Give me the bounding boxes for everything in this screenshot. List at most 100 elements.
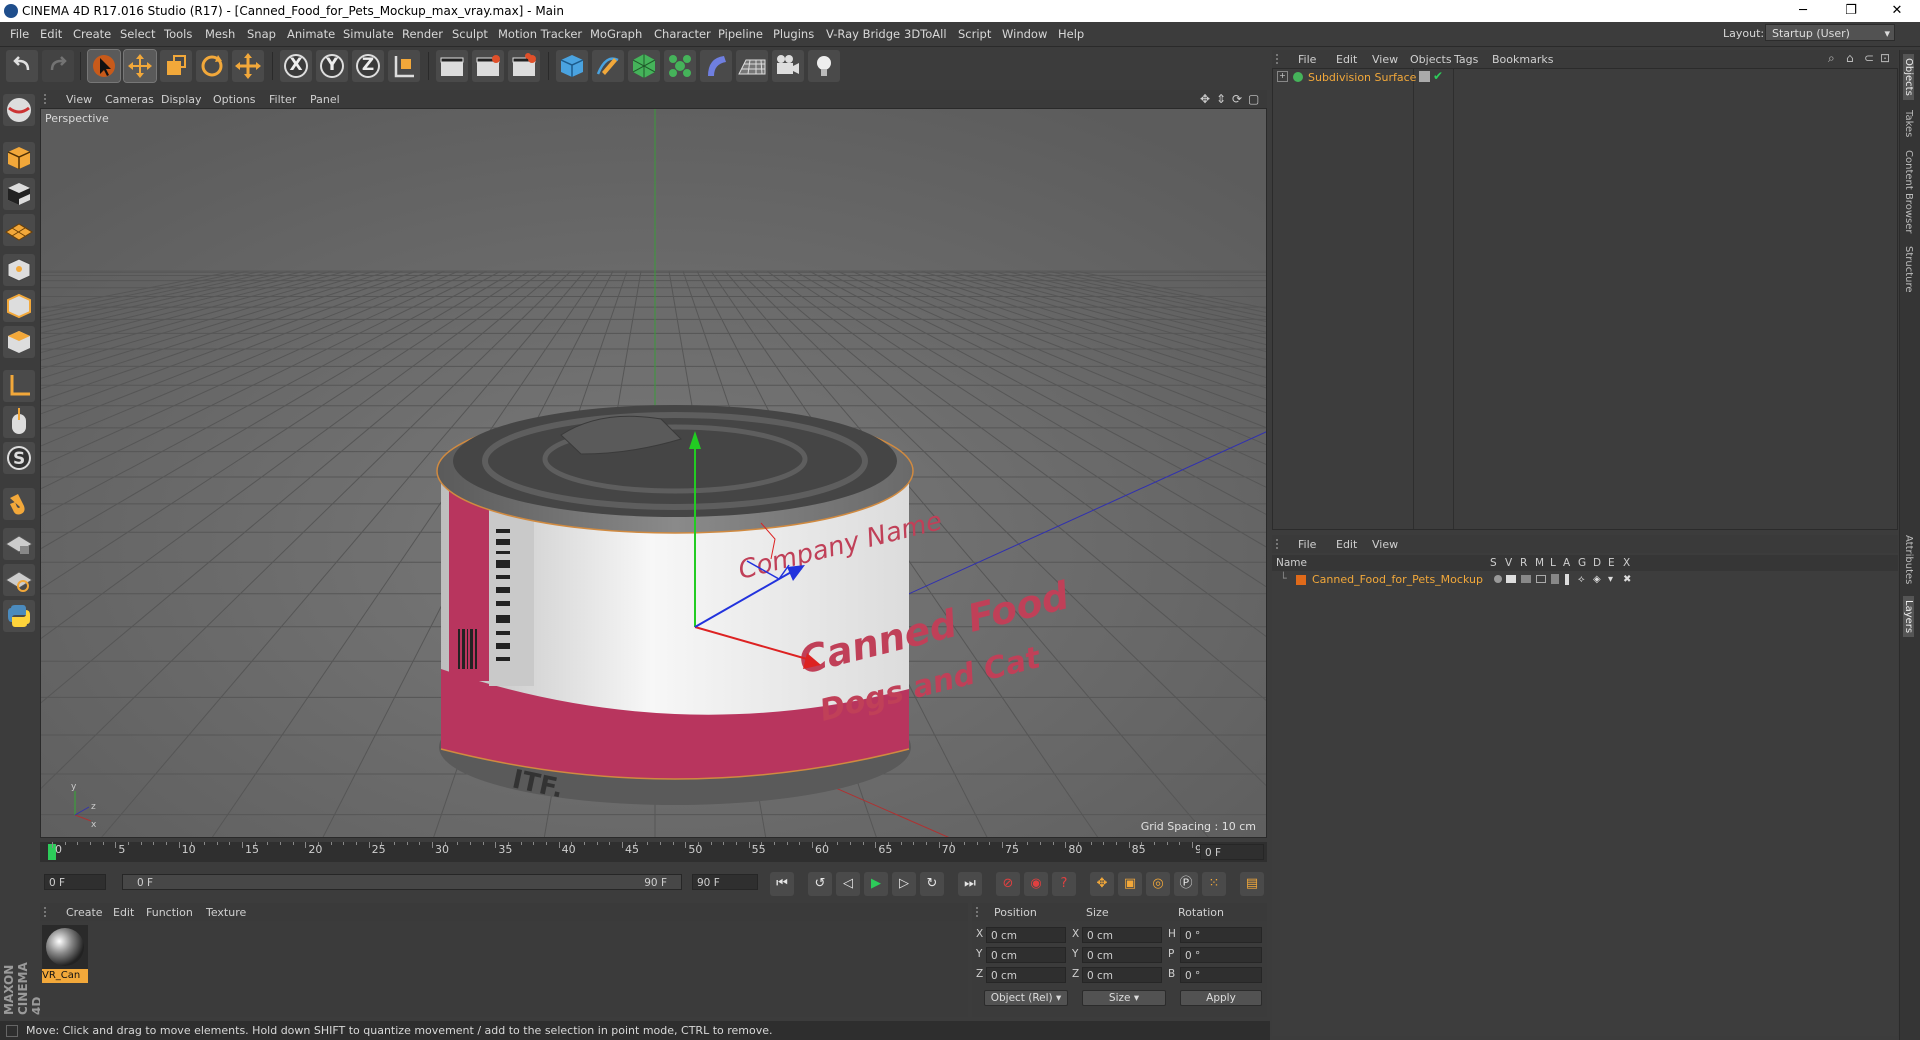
expression-icon[interactable]: ▾ — [1608, 574, 1613, 585]
manager-icon[interactable] — [1536, 575, 1546, 583]
tab-layers[interactable]: Layers — [1903, 596, 1914, 638]
layer-menu-edit[interactable]: Edit — [1336, 538, 1357, 551]
viewport-menu-view[interactable]: View — [66, 93, 92, 106]
menu-create[interactable]: Create — [73, 27, 111, 41]
layer-name[interactable]: Canned_Food_for_Pets_Mockup — [1312, 573, 1483, 586]
layout-dropdown[interactable]: Startup (User) ▾ — [1765, 24, 1895, 41]
record-scale-button[interactable]: ▣ — [1118, 872, 1142, 896]
lock-icon[interactable] — [1551, 574, 1559, 584]
scale-tool-button[interactable] — [160, 50, 192, 82]
viewport-menu-display[interactable]: Display — [161, 93, 202, 106]
add-deformer-button[interactable] — [700, 50, 732, 82]
menu-help[interactable]: Help — [1058, 27, 1084, 41]
rotation-b-field[interactable]: 0 ° — [1180, 967, 1262, 983]
generator-icon[interactable]: ⟡ — [1578, 574, 1585, 585]
viewport-maximize-icon[interactable]: ▢ — [1248, 92, 1259, 106]
link-icon[interactable]: ⊂ — [1864, 51, 1874, 65]
current-frame-field[interactable]: 0 F — [1200, 844, 1264, 860]
points-mode-button[interactable] — [3, 254, 35, 286]
render-settings-button[interactable] — [508, 50, 540, 82]
x-axis-lock-button[interactable]: X — [280, 50, 312, 82]
position-z-field[interactable]: 0 cm — [986, 967, 1066, 983]
layer-color-swatch[interactable] — [1296, 575, 1306, 585]
viewport-rotate-icon[interactable]: ⟳ — [1232, 92, 1242, 106]
redo-button[interactable] — [42, 50, 74, 82]
perspective-viewport[interactable]: ITF. Company Name Canned Food Dogs and C… — [40, 108, 1267, 838]
undo-button[interactable] — [6, 50, 38, 82]
add-spline-pen-button[interactable] — [592, 50, 624, 82]
go-to-end-button[interactable]: ⏭ — [958, 872, 982, 896]
solo-dot-icon[interactable] — [1494, 575, 1502, 583]
menu-script[interactable]: Script — [958, 27, 991, 41]
end-frame-field[interactable]: 90 F — [692, 874, 758, 890]
start-frame-field[interactable]: 0 F — [44, 874, 106, 890]
material-menu-function[interactable]: Function — [146, 906, 193, 919]
workplane-mode-button[interactable] — [3, 214, 35, 246]
material-menu-texture[interactable]: Texture — [206, 906, 246, 919]
menu-animate[interactable]: Animate — [287, 27, 335, 41]
viewport-dolly-icon[interactable]: ⇕ — [1216, 92, 1226, 106]
python-script-button[interactable] — [3, 600, 35, 632]
render-view-button[interactable] — [436, 50, 468, 82]
deformer-icon[interactable]: ◈ — [1593, 574, 1601, 585]
coordinate-system-button[interactable] — [388, 50, 420, 82]
object-name[interactable]: Subdivision Surface — [1308, 71, 1416, 84]
animation-icon[interactable] — [1565, 574, 1569, 585]
eye-icon[interactable] — [1506, 575, 1516, 583]
keyframe-selection-button[interactable]: ? — [1052, 872, 1076, 896]
planar-workplane-button[interactable] — [3, 564, 35, 596]
menu-window[interactable]: Window — [1002, 27, 1047, 41]
edges-mode-button[interactable] — [3, 290, 35, 322]
transform-tool-button[interactable] — [232, 50, 264, 82]
object-menu-file[interactable]: File — [1298, 53, 1316, 66]
expand-toggle-icon[interactable]: + — [1277, 71, 1288, 82]
add-cloner-button[interactable] — [664, 50, 696, 82]
rotate-tool-button[interactable] — [196, 50, 228, 82]
polygons-mode-button[interactable] — [3, 326, 35, 358]
record-parameter-button[interactable]: Ⓟ — [1174, 872, 1198, 896]
autokeying-button[interactable]: ◉ — [1024, 872, 1048, 896]
tweak-mode-button[interactable] — [3, 406, 35, 438]
menu-pipeline[interactable]: Pipeline — [718, 27, 763, 41]
timeline-window-button[interactable]: ▤ — [1240, 872, 1264, 896]
enabled-check-icon[interactable]: ✔ — [1433, 69, 1443, 83]
model-mode-button[interactable] — [3, 142, 35, 174]
go-to-start-button[interactable]: ⏮ — [770, 872, 794, 896]
layer-menu-view[interactable]: View — [1372, 538, 1398, 551]
layer-row[interactable]: └ Canned_Food_for_Pets_Mockup ⟡ ◈ ▾ ✖ — [1272, 572, 1896, 588]
viewport-pan-icon[interactable]: ✥ — [1200, 92, 1210, 106]
next-key-button[interactable]: ↻ — [920, 872, 944, 896]
layer-menu-file[interactable]: File — [1298, 538, 1316, 551]
tab-structure[interactable]: Structure — [1903, 246, 1914, 293]
layer-visibility-icon[interactable] — [1419, 71, 1430, 82]
menu-tools[interactable]: Tools — [164, 27, 192, 41]
play-forward-button[interactable]: ▶ — [864, 872, 888, 896]
material-menu-edit[interactable]: Edit — [113, 906, 134, 919]
size-mode-dropdown[interactable]: Size ▾ — [1082, 990, 1166, 1006]
add-floor-button[interactable] — [736, 50, 768, 82]
xref-icon[interactable]: ✖ — [1623, 574, 1631, 585]
render-clapboard-icon[interactable] — [1521, 575, 1531, 583]
live-selection-button[interactable] — [87, 49, 121, 83]
menu-vray-bridge[interactable]: V-Ray Bridge — [826, 27, 900, 41]
z-axis-lock-button[interactable]: Z — [352, 50, 384, 82]
size-y-field[interactable]: 0 cm — [1082, 947, 1162, 963]
tab-content-browser[interactable]: Content Browser — [1903, 150, 1914, 233]
menu-simulate[interactable]: Simulate — [343, 27, 394, 41]
move-tool-button[interactable] — [123, 49, 157, 83]
object-menu-view[interactable]: View — [1372, 53, 1398, 66]
menu-mesh[interactable]: Mesh — [205, 27, 235, 41]
menu-file[interactable]: File — [10, 27, 29, 41]
coordinate-mode-dropdown[interactable]: Object (Rel) ▾ — [984, 990, 1068, 1006]
viewport-menu-cameras[interactable]: Cameras — [105, 93, 154, 106]
snapping-button[interactable] — [3, 488, 35, 520]
menu-edit[interactable]: Edit — [40, 27, 62, 41]
make-editable-button[interactable] — [3, 94, 35, 126]
size-z-field[interactable]: 0 cm — [1082, 967, 1162, 983]
menu-motion-tracker[interactable]: Motion Tracker — [498, 27, 582, 41]
menu-mograph[interactable]: MoGraph — [590, 27, 642, 41]
menu-sculpt[interactable]: Sculpt — [452, 27, 488, 41]
record-position-button[interactable]: ✥ — [1090, 872, 1114, 896]
menu-plugins[interactable]: Plugins — [773, 27, 814, 41]
search-icon[interactable]: ⌕ — [1828, 51, 1835, 66]
